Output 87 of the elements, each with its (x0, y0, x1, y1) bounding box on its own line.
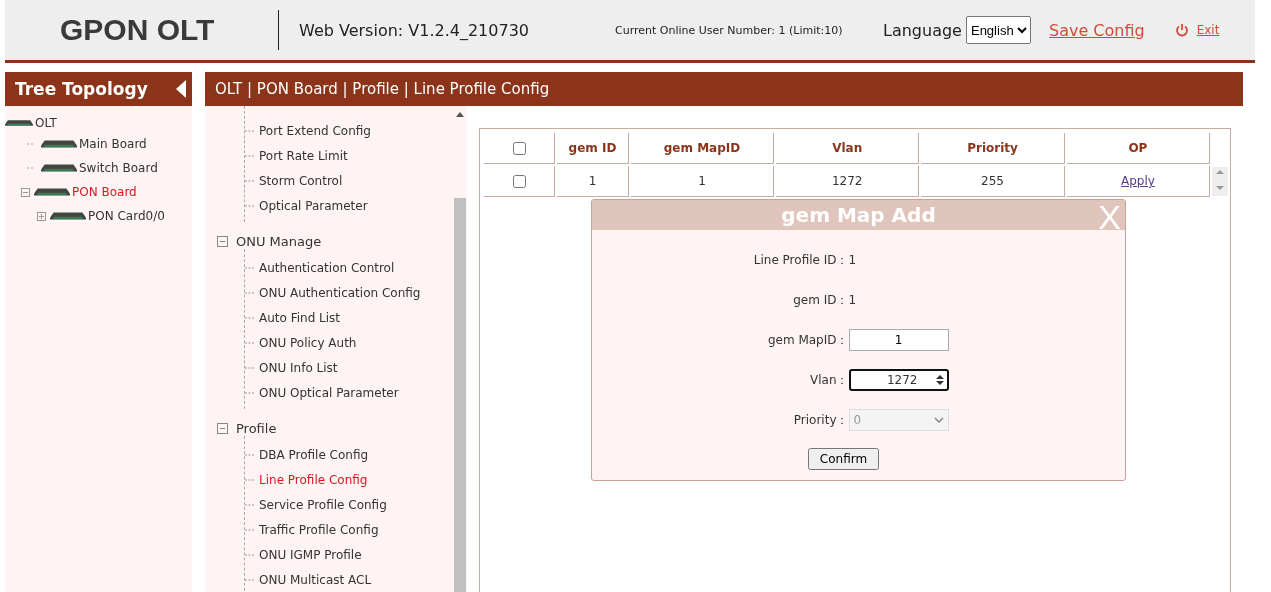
spinner-arrows-icon[interactable] (935, 374, 944, 386)
column-header: Vlan (776, 133, 920, 164)
column-header: gem ID (557, 133, 629, 164)
language-select[interactable]: English (965, 16, 1031, 44)
field-value: 1 (848, 253, 858, 267)
field-label: gem MapID： (766, 331, 849, 349)
menu-item[interactable]: Line Profile Config (259, 472, 368, 487)
menu-item[interactable]: Service Profile Config (259, 497, 387, 512)
tree-line (245, 453, 255, 456)
tree-line (245, 179, 255, 182)
number-field[interactable]: 1272 (848, 369, 949, 391)
tree-line (27, 167, 35, 169)
product-title: GPON OLT (59, 13, 216, 47)
tree-item[interactable]: OLT (35, 116, 57, 130)
table-cell: 1 (630, 166, 775, 197)
breadcrumb: OLT | PON Board | Profile | Line Profile Config (215, 80, 550, 98)
collapse-icon[interactable] (21, 187, 30, 197)
column-header: Priority (921, 133, 1065, 164)
field-value: 1 (848, 293, 858, 307)
device-icon (41, 140, 77, 148)
tree-line (245, 204, 255, 207)
input-field[interactable]: 1 (848, 329, 949, 351)
field-label: Priority： (792, 411, 849, 429)
tree-line (245, 578, 255, 581)
tree-line (245, 478, 255, 481)
tree-line (245, 291, 255, 294)
select-all-checkbox[interactable] (513, 141, 527, 155)
device-icon (41, 164, 77, 172)
menu-item[interactable]: ONU Multicast ACL (259, 572, 372, 587)
expand-icon[interactable] (37, 211, 46, 221)
table-cell: 255 (921, 166, 1065, 197)
device-icon (50, 212, 86, 220)
menu-item[interactable]: Authentication Control (259, 260, 395, 275)
tree-line (245, 266, 255, 269)
tree-line (27, 143, 35, 145)
collapse-icon[interactable] (217, 423, 228, 434)
field-label: Line Profile ID： (752, 251, 849, 269)
menu-item[interactable]: Port Extend Config (259, 123, 371, 138)
menu-item[interactable]: ONU IGMP Profile (259, 547, 362, 562)
online-user-count: Current Online User Number: 1 (Limit:10) (615, 23, 844, 37)
tree-line (245, 528, 255, 531)
tree-item[interactable]: PON Board (72, 185, 137, 199)
power-icon[interactable] (1174, 23, 1189, 37)
tree-item[interactable]: Main Board (79, 137, 147, 151)
row-checkbox[interactable] (513, 174, 527, 188)
language-label: Language (883, 20, 962, 40)
menu-item[interactable]: ONU Policy Auth (259, 335, 357, 350)
web-version: Web Version: V1.2.4_210730 (299, 20, 530, 40)
apply-link[interactable]: Apply (1121, 174, 1155, 188)
tree-item[interactable]: PON Card0/0 (88, 209, 165, 223)
menu-item[interactable]: ONU Optical Parameter (259, 385, 399, 400)
column-header: OP (1066, 133, 1210, 164)
collapse-arrow-icon[interactable] (176, 80, 186, 98)
menu-group[interactable]: ONU Manage (236, 234, 322, 249)
menu-item[interactable]: Port Rate Limit (259, 148, 348, 163)
table-cell: 1 (557, 166, 629, 197)
menu-item[interactable]: ONU Info List (259, 360, 338, 375)
tree-line (245, 129, 255, 132)
save-config-link[interactable]: Save Config (1048, 20, 1145, 40)
table-cell: 1272 (776, 166, 920, 197)
device-icon (5, 119, 33, 127)
panel-title: Tree Topology (15, 79, 148, 99)
tree-item[interactable]: Switch Board (79, 161, 158, 175)
menu-item[interactable]: Traffic Profile Config (259, 522, 379, 537)
tree-line (245, 503, 255, 506)
tree-line (245, 316, 255, 319)
tree-line (245, 341, 255, 344)
menu-item[interactable]: Storm Control (259, 173, 343, 188)
menu-item[interactable]: Optical Parameter (259, 198, 368, 213)
menu-item[interactable]: DBA Profile Config (259, 447, 369, 462)
tree-line (245, 391, 255, 394)
dialog-title: gem Map Add (781, 203, 936, 227)
tree-line (245, 553, 255, 556)
scroll-arrows-icon[interactable] (1216, 169, 1224, 191)
exit-link[interactable]: Exit (1196, 23, 1220, 37)
field-label: gem ID： (792, 291, 849, 309)
tree-line (245, 366, 255, 369)
scroll-up-icon[interactable] (456, 112, 464, 117)
collapse-icon[interactable] (217, 236, 228, 247)
field-label: Vlan： (809, 371, 849, 389)
menu-group[interactable]: Profile (236, 421, 277, 436)
menu-item[interactable]: Auto Find List (259, 310, 341, 325)
device-icon (34, 188, 70, 196)
menu-item[interactable]: ONU Authentication Config (259, 285, 421, 300)
confirm-button[interactable]: Confirm (807, 448, 880, 470)
column-header: gem MapID (630, 133, 775, 164)
tree-line (245, 154, 255, 157)
